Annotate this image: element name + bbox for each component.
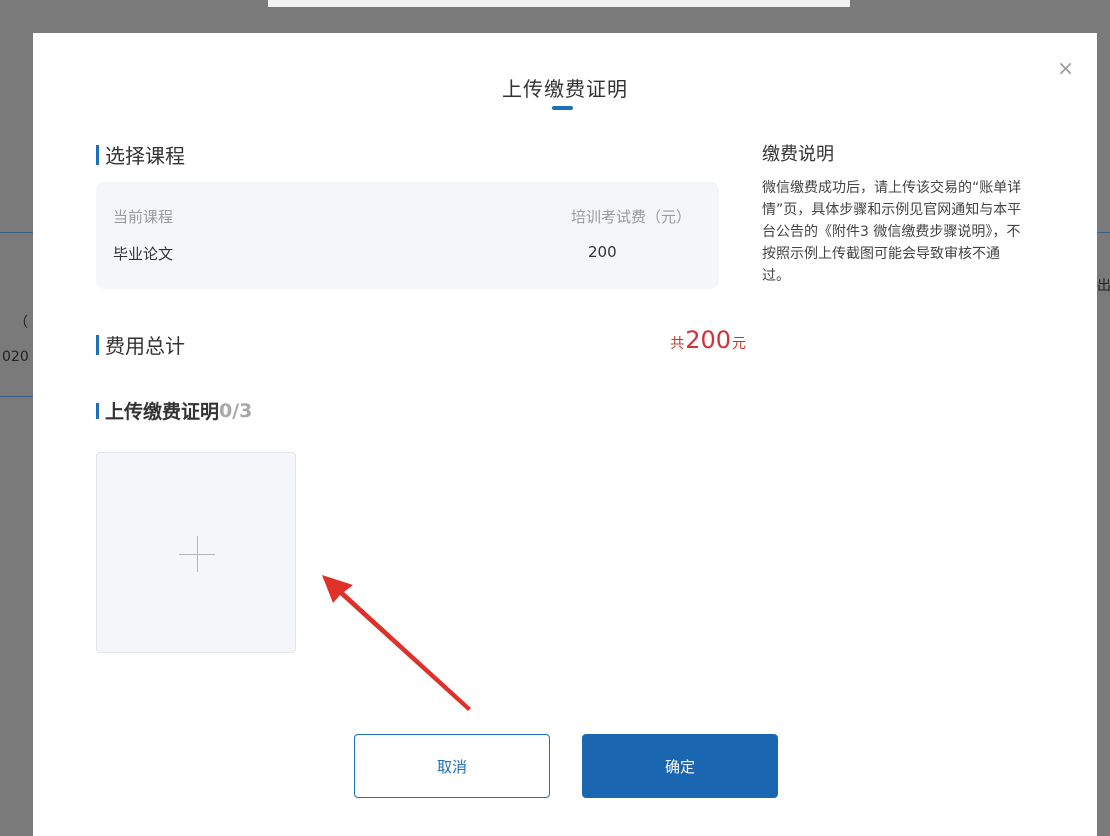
total-label: 费用总计	[105, 334, 185, 358]
red-arrow-annotation	[322, 575, 471, 711]
upload-label: 上传缴费证明	[105, 401, 220, 423]
cancel-button[interactable]: 取消	[354, 734, 550, 798]
background-divider	[0, 232, 33, 233]
total-suffix: 元	[732, 336, 746, 352]
total-prefix: 共	[670, 336, 685, 352]
background-text: （	[14, 315, 28, 331]
section-bar	[96, 144, 99, 165]
total-heading: 费用总计	[96, 330, 185, 359]
select-course-label: 选择课程	[105, 144, 185, 168]
background-divider	[1097, 232, 1110, 233]
upload-image-button[interactable]	[96, 452, 296, 653]
modal-title: 上传缴费证明	[502, 77, 628, 101]
section-bar	[96, 402, 99, 419]
fee-column-header: 培训考试费（元）	[570, 208, 691, 226]
section-bar	[96, 334, 99, 355]
total-amount: 共 200 元	[670, 326, 746, 354]
upload-payment-modal: 上传缴费证明 × 选择课程 当前课程 培训考试费（元） 毕业论文 200 费用总…	[33, 33, 1097, 836]
total-value: 200	[685, 326, 731, 354]
upload-heading: 上传缴费证明 0/3	[96, 397, 252, 424]
course-table: 当前课程 培训考试费（元） 毕业论文 200	[96, 182, 719, 289]
course-name: 毕业论文	[113, 245, 174, 263]
arrow-shape	[322, 575, 471, 711]
confirm-button[interactable]: 确定	[582, 734, 778, 798]
plus-icon	[197, 536, 198, 572]
modal-header: 上传缴费证明	[33, 73, 1097, 102]
title-underline	[552, 106, 573, 110]
select-course-heading: 选择课程	[96, 140, 185, 169]
fee-value: 200	[588, 243, 617, 261]
background-divider	[0, 396, 33, 397]
background-text: 出	[1097, 278, 1110, 294]
upload-count: 0/3	[219, 399, 253, 422]
payment-notes-title: 缴费说明	[762, 144, 834, 165]
background-text: 020	[2, 349, 29, 365]
payment-notes-text: 微信缴费成功后，请上传该交易的“账单详情”页，具体步骤和示例见官网通知与本平台公…	[762, 180, 1022, 284]
close-icon[interactable]: ×	[1057, 58, 1074, 78]
background-topbar	[268, 0, 850, 7]
course-column-header: 当前课程	[113, 208, 174, 226]
